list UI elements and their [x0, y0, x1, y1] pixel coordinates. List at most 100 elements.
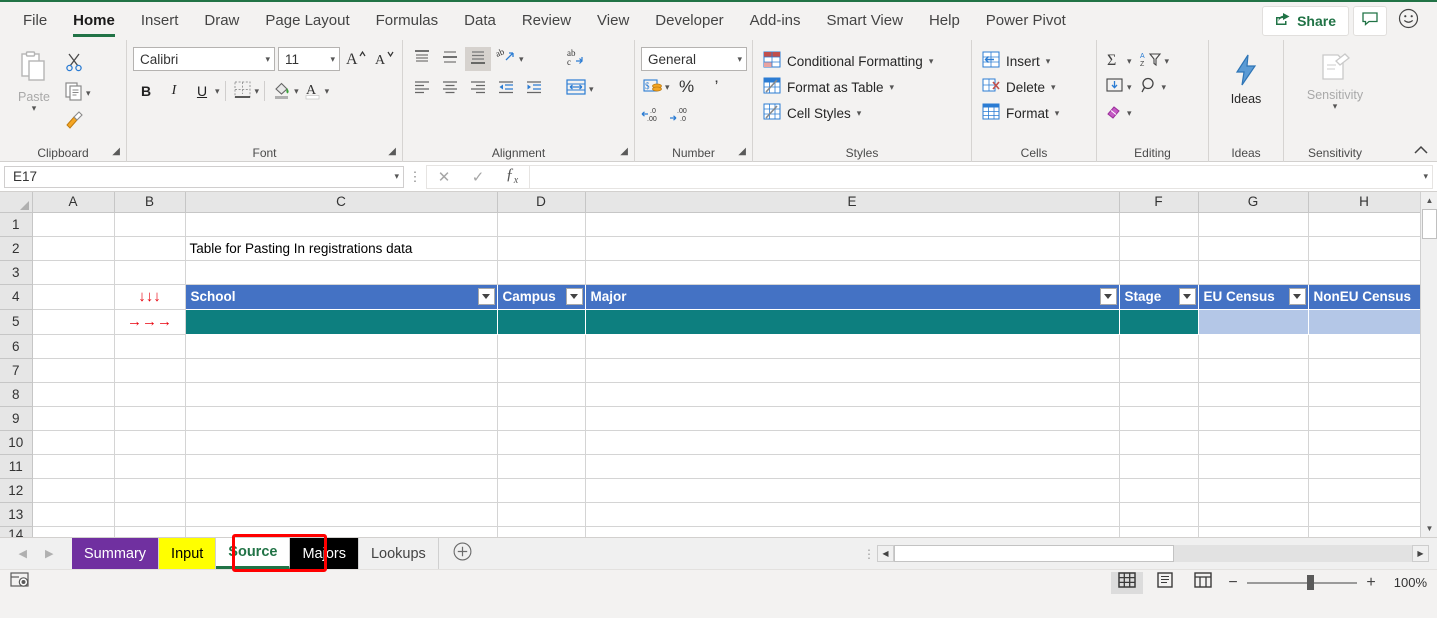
- cell-b13[interactable]: [114, 502, 186, 527]
- cell-f2[interactable]: [1119, 236, 1199, 261]
- cell-d12[interactable]: [497, 478, 586, 503]
- row-header-13[interactable]: 13: [0, 502, 33, 527]
- filter-dropdown-icon-eu-census[interactable]: [1288, 287, 1306, 305]
- cell-e11[interactable]: [585, 454, 1120, 479]
- cell-c2[interactable]: Table for Pasting In registrations data: [185, 236, 498, 261]
- column-header-g[interactable]: G: [1198, 192, 1309, 213]
- fill-color-button[interactable]: [270, 79, 294, 103]
- underline-split-button[interactable]: U ▾: [189, 79, 220, 103]
- cell-g10[interactable]: [1198, 430, 1309, 455]
- cell-c14[interactable]: [185, 526, 498, 537]
- name-box[interactable]: E17 ▾: [4, 165, 404, 188]
- fill-button[interactable]: ▾: [1103, 76, 1134, 99]
- cell-e3[interactable]: [585, 260, 1120, 285]
- cell-e10[interactable]: [585, 430, 1120, 455]
- clipboard-dialog-launcher-icon[interactable]: ◢: [112, 143, 120, 161]
- cell-g5[interactable]: [1198, 309, 1309, 335]
- cell-a1[interactable]: [32, 212, 115, 237]
- align-middle-button[interactable]: [437, 47, 463, 71]
- delete-cells-button[interactable]: Delete ▾: [978, 75, 1063, 99]
- cell-d6[interactable]: [497, 334, 586, 359]
- zoom-slider-thumb[interactable]: [1307, 575, 1314, 590]
- cell-g12[interactable]: [1198, 478, 1309, 503]
- cell-b12[interactable]: [114, 478, 186, 503]
- font-name-combo[interactable]: Calibri ▾: [133, 47, 275, 71]
- cell-f10[interactable]: [1119, 430, 1199, 455]
- chevron-down-icon[interactable]: ▾: [1165, 57, 1170, 66]
- cell-g7[interactable]: [1198, 358, 1309, 383]
- cancel-formula-button[interactable]: ✕: [427, 166, 461, 188]
- row-header-1[interactable]: 1: [0, 212, 33, 237]
- cell-a13[interactable]: [32, 502, 115, 527]
- sensitivity-button[interactable]: Sensitivity ▾: [1291, 47, 1379, 111]
- cell-h9[interactable]: [1308, 406, 1421, 431]
- chevron-down-icon[interactable]: ▾: [665, 82, 670, 92]
- chevron-down-icon[interactable]: ▾: [1127, 57, 1132, 66]
- decrease-decimal-button[interactable]: .00.0: [669, 103, 693, 127]
- cell-g8[interactable]: [1198, 382, 1309, 407]
- chevron-down-icon[interactable]: ▾: [1051, 82, 1056, 92]
- row-header-2[interactable]: 2: [0, 236, 33, 261]
- ribbon-tab-smart-view[interactable]: Smart View: [814, 1, 916, 41]
- cell-d14[interactable]: [497, 526, 586, 537]
- cell-h4-noneu-census-header[interactable]: NonEU Census: [1308, 284, 1421, 310]
- chevron-down-icon[interactable]: ▾: [1055, 108, 1060, 118]
- cell-a11[interactable]: [32, 454, 115, 479]
- cell-e5[interactable]: [585, 309, 1120, 335]
- row-header-3[interactable]: 3: [0, 260, 33, 285]
- row-header-10[interactable]: 10: [0, 430, 33, 455]
- ribbon-tab-page-layout[interactable]: Page Layout: [252, 1, 362, 41]
- cell-a5[interactable]: [32, 309, 115, 335]
- format-as-table-button[interactable]: Format as Table ▾: [759, 75, 937, 99]
- cell-c11[interactable]: [185, 454, 498, 479]
- cell-a4[interactable]: [32, 284, 115, 310]
- cell-e12[interactable]: [585, 478, 1120, 503]
- cell-h13[interactable]: [1308, 502, 1421, 527]
- insert-function-button[interactable]: ƒx: [495, 166, 529, 188]
- cell-f4-stage-header[interactable]: Stage: [1119, 284, 1199, 310]
- sheet-tab-input[interactable]: Input: [159, 538, 217, 569]
- cell-c7[interactable]: [185, 358, 498, 383]
- column-header-c[interactable]: C: [185, 192, 498, 213]
- autosum-button[interactable]: Σ ▾: [1103, 50, 1134, 73]
- column-header-a[interactable]: A: [32, 192, 115, 213]
- font-color-split-button[interactable]: A ▾: [301, 79, 329, 103]
- align-top-button[interactable]: [409, 47, 435, 71]
- cell-h3[interactable]: [1308, 260, 1421, 285]
- align-right-button[interactable]: [465, 77, 491, 101]
- number-format-combo[interactable]: General ▾: [641, 47, 747, 71]
- cell-f3[interactable]: [1119, 260, 1199, 285]
- cell-b6[interactable]: [114, 334, 186, 359]
- cell-f11[interactable]: [1119, 454, 1199, 479]
- cell-g1[interactable]: [1198, 212, 1309, 237]
- chevron-down-icon[interactable]: ▾: [1162, 83, 1167, 92]
- chevron-down-icon[interactable]: ▾: [294, 86, 299, 96]
- ribbon-tab-power-pivot[interactable]: Power Pivot: [973, 1, 1079, 41]
- cell-d5[interactable]: [497, 309, 586, 335]
- cell-a9[interactable]: [32, 406, 115, 431]
- ribbon-tab-formulas[interactable]: Formulas: [363, 1, 452, 41]
- vertical-scrollbar[interactable]: ▲ ▼: [1420, 192, 1437, 537]
- chevron-down-icon[interactable]: ▾: [1127, 109, 1132, 118]
- cell-b3[interactable]: [114, 260, 186, 285]
- cell-h2[interactable]: [1308, 236, 1421, 261]
- cell-b9[interactable]: [114, 406, 186, 431]
- row-header-12[interactable]: 12: [0, 478, 33, 503]
- cell-h12[interactable]: [1308, 478, 1421, 503]
- italic-button[interactable]: I: [161, 79, 187, 103]
- cell-d11[interactable]: [497, 454, 586, 479]
- ribbon-tab-add-ins[interactable]: Add-ins: [737, 1, 814, 41]
- cell-c8[interactable]: [185, 382, 498, 407]
- cell-c1[interactable]: [185, 212, 498, 237]
- cell-b14[interactable]: [114, 526, 186, 537]
- select-all-button[interactable]: [0, 192, 33, 213]
- cell-d9[interactable]: [497, 406, 586, 431]
- row-header-14[interactable]: 14: [0, 526, 33, 537]
- increase-indent-button[interactable]: [521, 77, 547, 101]
- cell-e1[interactable]: [585, 212, 1120, 237]
- cell-a8[interactable]: [32, 382, 115, 407]
- sheet-tab-majors[interactable]: Majors: [290, 538, 359, 569]
- fill-color-split-button[interactable]: ▾: [270, 79, 299, 103]
- accounting-format-split-button[interactable]: $ ▾: [641, 75, 670, 99]
- sheet-tab-summary[interactable]: Summary: [72, 538, 160, 569]
